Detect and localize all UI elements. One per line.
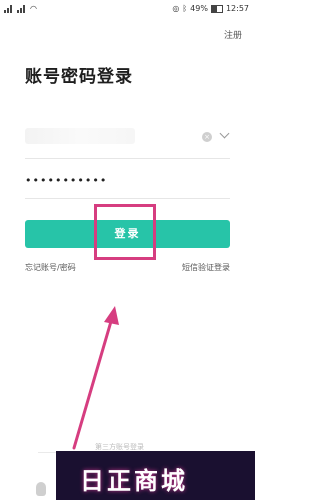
qq-icon[interactable] bbox=[36, 482, 46, 496]
status-left: ◠ bbox=[4, 4, 37, 13]
clock: 12:57 bbox=[225, 4, 249, 13]
watermark-text: 日正商城 bbox=[80, 467, 188, 495]
status-right: ◎ ᛒ 49% 12:57 bbox=[172, 4, 249, 13]
signal-icon bbox=[4, 4, 14, 13]
bluetooth-icon: ᛒ bbox=[182, 4, 188, 13]
wifi-icon: ◠ bbox=[30, 4, 37, 13]
password-input[interactable]: ••••••••••• bbox=[25, 166, 230, 199]
account-value-blurred bbox=[25, 128, 135, 144]
status-bar: ◠ ◎ ᛒ 49% 12:57 bbox=[0, 0, 255, 18]
account-input[interactable]: × bbox=[25, 120, 230, 159]
register-link[interactable]: 注册 bbox=[224, 28, 242, 41]
highlight-box bbox=[94, 204, 156, 260]
password-value: ••••••••••• bbox=[25, 174, 108, 187]
sms-login-link[interactable]: 短信验证登录 bbox=[182, 262, 230, 273]
page-title: 账号密码登录 bbox=[25, 67, 133, 87]
chevron-down-icon[interactable] bbox=[219, 128, 230, 139]
signal-icon-2 bbox=[17, 4, 27, 13]
battery-percent: 49% bbox=[190, 4, 208, 13]
clear-icon[interactable]: × bbox=[202, 132, 212, 142]
forgot-password-link[interactable]: 忘记账号/密码 bbox=[25, 262, 76, 273]
watermark-logo: 日正商城 bbox=[56, 451, 255, 500]
battery-icon bbox=[210, 4, 223, 13]
alarm-icon: ◎ bbox=[172, 4, 180, 13]
